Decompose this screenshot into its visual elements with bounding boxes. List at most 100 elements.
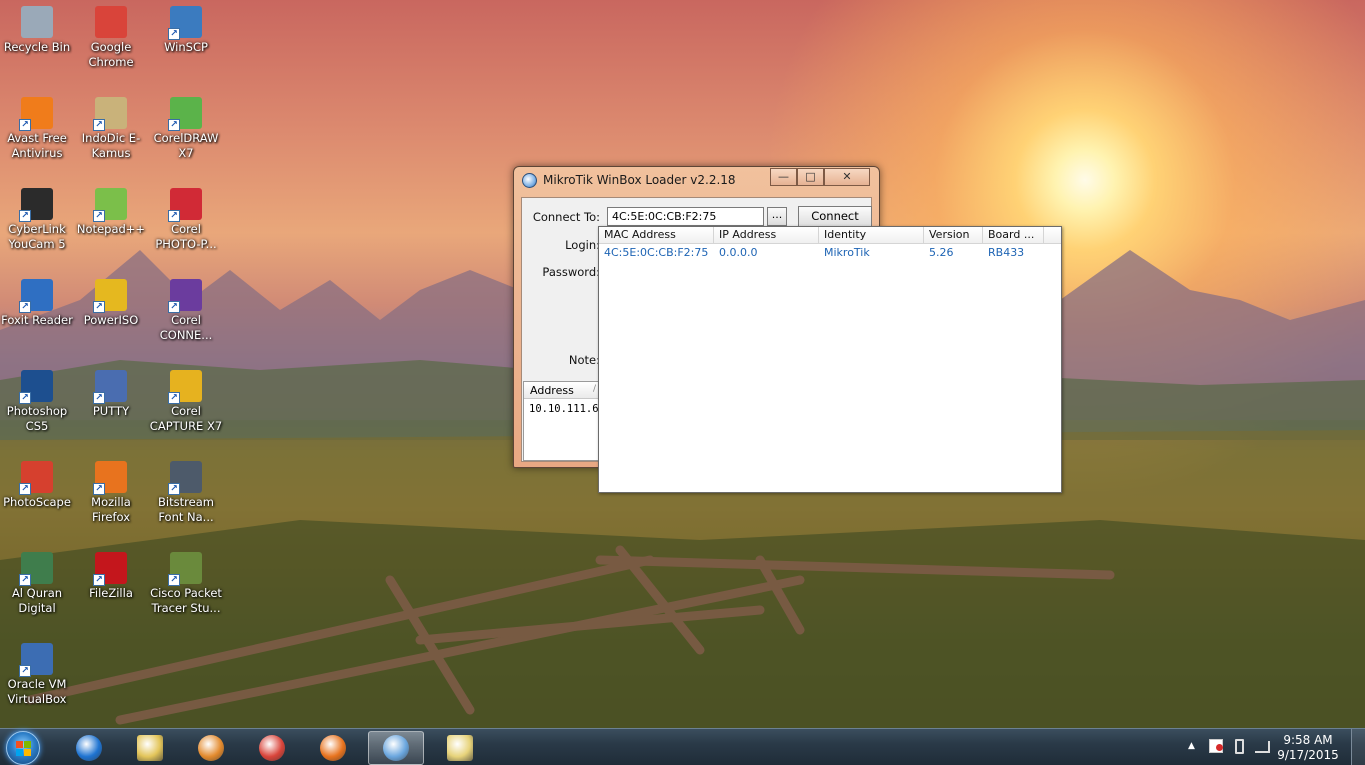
- show-hidden-icons-icon[interactable]: ▲: [1188, 741, 1195, 751]
- desktop-icon[interactable]: ↗ CyberLink YouCam 5: [0, 188, 74, 252]
- internet-explorer-icon: [76, 735, 102, 761]
- close-button[interactable]: ✕: [824, 168, 870, 186]
- system-clock[interactable]: 9:58 AM 9/17/2015: [1273, 733, 1343, 763]
- desktop-icon[interactable]: ↗ Cisco Packet Tracer Stu...: [149, 552, 223, 616]
- shortcut-arrow-icon: ↗: [168, 574, 180, 586]
- chrome-icon: [95, 6, 127, 38]
- start-button[interactable]: [6, 731, 40, 765]
- show-desktop-button[interactable]: [1351, 729, 1365, 765]
- notification-area: ▲: [1185, 729, 1275, 765]
- window-title: MikroTik WinBox Loader v2.2.18: [543, 173, 736, 187]
- battery-icon[interactable]: [1235, 739, 1244, 754]
- desktop-icon[interactable]: ↗ Corel PHOTO-P...: [149, 188, 223, 252]
- taskbar-button[interactable]: [432, 731, 488, 765]
- network-icon[interactable]: [1255, 741, 1270, 753]
- shortcut-arrow-icon: ↗: [93, 574, 105, 586]
- window-titlebar[interactable]: MikroTik WinBox Loader v2.2.18 — □ ✕: [514, 167, 879, 193]
- desktop-icon[interactable]: ↗ CorelDRAW X7: [149, 97, 223, 161]
- desktop-icon[interactable]: ↗ Corel CONNE...: [149, 279, 223, 343]
- desktop-icon[interactable]: ↗ Bitstream Font Na...: [149, 461, 223, 525]
- shortcut-arrow-icon: ↗: [19, 665, 31, 677]
- desktop-icon[interactable]: ↗ Oracle VM VirtualBox: [0, 643, 74, 707]
- column-identity[interactable]: Identity: [819, 227, 924, 244]
- taskbar-button[interactable]: [122, 731, 178, 765]
- shortcut-arrow-icon: ↗: [93, 483, 105, 495]
- shortcut-arrow-icon: ↗: [19, 210, 31, 222]
- folder-icon: [447, 735, 473, 761]
- desktop-icon[interactable]: ↗ Notepad++: [74, 188, 148, 237]
- neighbor-identity: MikroTik: [824, 246, 870, 259]
- desktop-icon[interactable]: Recycle Bin: [0, 6, 74, 55]
- desktop-icon[interactable]: ↗ PowerISO: [74, 279, 148, 328]
- shortcut-arrow-icon: ↗: [19, 574, 31, 586]
- desktop-icon[interactable]: ↗ Avast Free Antivirus: [0, 97, 74, 161]
- desktop-icon-label: Cisco Packet Tracer Stu...: [150, 586, 222, 615]
- desktop-icon[interactable]: ↗ PUTTY: [74, 370, 148, 419]
- desktop-icon[interactable]: ↗ Mozilla Firefox: [74, 461, 148, 525]
- desktop-icon[interactable]: ↗ WinSCP: [149, 6, 223, 55]
- password-label: Password:: [542, 265, 600, 279]
- taskbar: ▲ 9:58 AM 9/17/2015: [0, 728, 1365, 765]
- desktop-icon-label: Al Quran Digital: [11, 586, 63, 615]
- desktop-icon-label: Google Chrome: [88, 40, 134, 69]
- taskbar-button[interactable]: [305, 731, 361, 765]
- browse-neighbors-button[interactable]: ...: [767, 207, 787, 226]
- desktop-icon[interactable]: ↗ Photoshop CS5: [0, 370, 74, 434]
- neighbor-discovery-list[interactable]: MAC Address IP Address Identity Version …: [598, 226, 1062, 493]
- desktop-icon-label: Avast Free Antivirus: [7, 131, 67, 160]
- alquran-icon: ↗: [19, 552, 53, 586]
- shortcut-arrow-icon: ↗: [93, 119, 105, 131]
- poweriso-icon: ↗: [93, 279, 127, 313]
- desktop-icon-label: CorelDRAW X7: [153, 131, 219, 160]
- neighbor-row[interactable]: 4C:5E:0C:CB:F2:75 0.0.0.0 MikroTik 5.26 …: [599, 245, 1061, 261]
- taskbar-button[interactable]: [244, 731, 300, 765]
- desktop-icon-label: PhotoScape: [3, 495, 71, 509]
- recycle-bin-icon: [21, 6, 53, 38]
- desktop-icon-label: Mozilla Firefox: [91, 495, 131, 524]
- desktop-icon[interactable]: ↗ IndoDic E-Kamus: [74, 97, 148, 161]
- shortcut-arrow-icon: ↗: [168, 392, 180, 404]
- desktop-icon-label: PowerISO: [83, 313, 139, 327]
- connect-to-input[interactable]: 4C:5E:0C:CB:F2:75: [607, 207, 764, 226]
- desktop-icon-label: FileZilla: [89, 586, 133, 600]
- taskbar-button[interactable]: [61, 731, 117, 765]
- desktop-icon[interactable]: Google Chrome: [74, 6, 148, 70]
- clock-time: 9:58 AM: [1283, 733, 1333, 747]
- taskbar-button[interactable]: [183, 731, 239, 765]
- action-center-flag-icon[interactable]: [1209, 739, 1223, 753]
- desktop-icon-label: Recycle Bin: [3, 40, 71, 54]
- shortcut-arrow-icon: ↗: [19, 392, 31, 404]
- desktop-icon[interactable]: ↗ Foxit Reader: [0, 279, 74, 328]
- winbox-icon: [383, 735, 409, 761]
- winbox-logo-icon: [522, 173, 537, 188]
- shortcut-arrow-icon: ↗: [168, 483, 180, 495]
- desktop-icon[interactable]: ↗ Al Quran Digital: [0, 552, 74, 616]
- neighbor-version: 5.26: [929, 246, 954, 259]
- column-board[interactable]: Board ...: [983, 227, 1044, 244]
- connect-button[interactable]: Connect: [798, 206, 872, 227]
- desktop-icon-label: IndoDic E-Kamus: [81, 131, 141, 160]
- maximize-button[interactable]: □: [797, 168, 824, 186]
- column-version[interactable]: Version: [924, 227, 983, 244]
- minimize-button[interactable]: —: [770, 168, 797, 186]
- shortcut-arrow-icon: ↗: [168, 301, 180, 313]
- address-header-label: Address: [530, 384, 574, 397]
- desktop-icon[interactable]: ↗ PhotoScape: [0, 461, 74, 510]
- note-label: Note:: [568, 353, 600, 367]
- desktop-icon-label: Corel PHOTO-P...: [155, 222, 217, 251]
- avast-icon: ↗: [19, 97, 53, 131]
- desktop-icon[interactable]: ↗ FileZilla: [74, 552, 148, 601]
- youcam-icon: ↗: [19, 188, 53, 222]
- coreldraw-icon: ↗: [168, 97, 202, 131]
- clock-date: 9/17/2015: [1277, 748, 1339, 762]
- column-mac-address[interactable]: MAC Address: [599, 227, 714, 244]
- desktop-icon-label: Photoshop CS5: [6, 404, 68, 433]
- foxit-icon: ↗: [19, 279, 53, 313]
- saved-address-row[interactable]: 10.10.111.6: [524, 399, 602, 419]
- taskbar-button[interactable]: [368, 731, 424, 765]
- saved-address-list[interactable]: Address / 10.10.111.6: [523, 381, 603, 461]
- column-ip-address[interactable]: IP Address: [714, 227, 819, 244]
- shortcut-arrow-icon: ↗: [19, 483, 31, 495]
- desktop-icon[interactable]: ↗ Corel CAPTURE X7: [149, 370, 223, 434]
- address-column-header[interactable]: Address /: [524, 382, 602, 399]
